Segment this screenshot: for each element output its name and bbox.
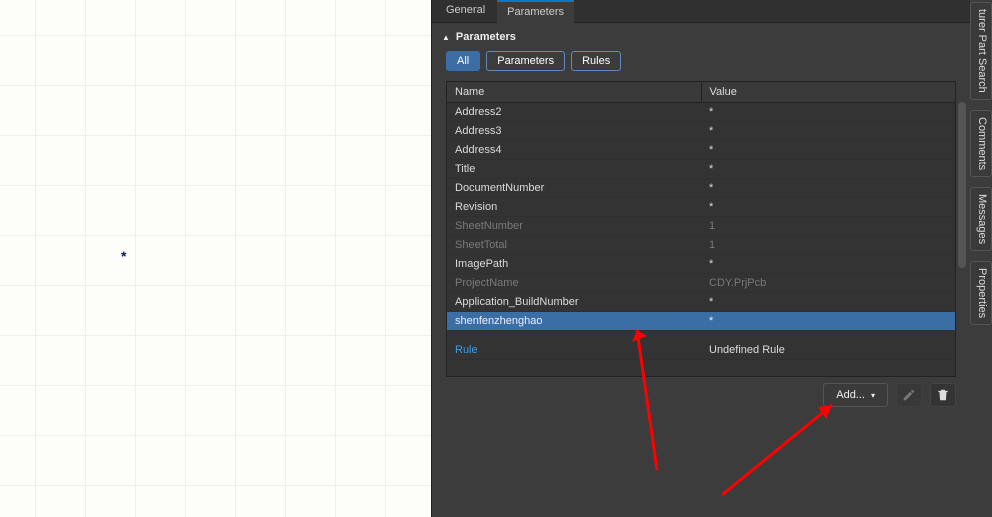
table-row[interactable]: Address3* <box>447 122 955 141</box>
cell-name[interactable]: SheetTotal <box>447 236 701 254</box>
side-tab-messages[interactable]: Messages <box>970 187 992 251</box>
cell-name[interactable]: Rule <box>447 341 701 359</box>
table-row[interactable]: Revision* <box>447 198 955 217</box>
trash-icon <box>936 388 950 402</box>
tab-general[interactable]: General <box>436 0 495 22</box>
schematic-canvas[interactable]: * <box>0 0 432 517</box>
table-row[interactable]: ImagePath* <box>447 255 955 274</box>
cell-name[interactable]: SheetNumber <box>447 217 701 235</box>
filter-rules[interactable]: Rules <box>571 51 621 71</box>
table-row[interactable]: SheetTotal1 <box>447 236 955 255</box>
filter-parameters[interactable]: Parameters <box>486 51 565 71</box>
delete-button[interactable] <box>930 383 956 407</box>
table-body[interactable]: Address2*Address3*Address4*Title*Documen… <box>447 103 955 376</box>
cell-value[interactable]: 1 <box>701 236 955 254</box>
pencil-icon <box>902 388 916 402</box>
cell-value[interactable]: * <box>701 179 955 197</box>
cell-value[interactable]: 1 <box>701 217 955 235</box>
cell-value[interactable]: * <box>701 255 955 273</box>
cell-name[interactable]: Address4 <box>447 141 701 159</box>
table-scrollbar[interactable] <box>958 100 966 376</box>
cell-name[interactable]: Address2 <box>447 103 701 121</box>
table-row[interactable]: ProjectNameCDY.PrjPcb <box>447 274 955 293</box>
rule-row[interactable]: RuleUndefined Rule <box>447 341 955 360</box>
tab-parameters[interactable]: Parameters <box>497 0 574 23</box>
cell-name[interactable]: Revision <box>447 198 701 216</box>
table-row[interactable]: shenfenzhenghao* <box>447 312 955 331</box>
cell-name[interactable]: shenfenzhenghao <box>447 312 701 330</box>
annotation-arrow-2 <box>722 395 982 515</box>
filter-buttons: All Parameters Rules <box>432 51 970 81</box>
table-row[interactable]: SheetNumber1 <box>447 217 955 236</box>
cell-value[interactable]: * <box>701 312 955 330</box>
origin-marker: * <box>121 248 126 264</box>
add-button-label: Add... <box>836 389 865 401</box>
collapse-icon: ▲ <box>442 33 450 42</box>
side-tabs: turer Part Search Comments Messages Prop… <box>970 0 992 517</box>
edit-button[interactable] <box>896 383 922 407</box>
table-row[interactable]: Application_BuildNumber* <box>447 293 955 312</box>
filter-all[interactable]: All <box>446 51 480 71</box>
col-name[interactable]: Name <box>447 82 702 102</box>
parameters-table: Name Value Address2*Address3*Address4*Ti… <box>446 81 956 377</box>
cell-value[interactable]: Undefined Rule <box>701 341 955 359</box>
side-tab-part-search[interactable]: turer Part Search <box>970 2 992 100</box>
table-row[interactable]: Address4* <box>447 141 955 160</box>
cell-name[interactable]: ProjectName <box>447 274 701 292</box>
table-row[interactable]: DocumentNumber* <box>447 179 955 198</box>
cell-name[interactable]: ImagePath <box>447 255 701 273</box>
cell-name[interactable]: DocumentNumber <box>447 179 701 197</box>
side-tab-comments[interactable]: Comments <box>970 110 992 177</box>
section-title: Parameters <box>456 31 516 43</box>
cell-value[interactable]: * <box>701 103 955 121</box>
action-bar: Add... ▾ <box>432 377 970 407</box>
cell-value[interactable]: * <box>701 141 955 159</box>
cell-value[interactable]: * <box>701 198 955 216</box>
scrollbar-thumb[interactable] <box>958 102 966 268</box>
col-value[interactable]: Value <box>702 82 956 102</box>
cell-value[interactable]: * <box>701 122 955 140</box>
cell-name[interactable]: Title <box>447 160 701 178</box>
properties-panel: General Parameters ▲ Parameters All Para… <box>432 0 970 517</box>
cell-value[interactable]: CDY.PrjPcb <box>701 274 955 292</box>
cell-name[interactable]: Application_BuildNumber <box>447 293 701 311</box>
panel-tabs: General Parameters <box>432 0 970 23</box>
table-row[interactable]: Title* <box>447 160 955 179</box>
section-header-parameters[interactable]: ▲ Parameters <box>432 23 970 51</box>
table-header: Name Value <box>447 82 955 103</box>
cell-value[interactable]: * <box>701 160 955 178</box>
side-tab-properties[interactable]: Properties <box>970 261 992 325</box>
dropdown-icon: ▾ <box>871 391 875 400</box>
cell-name[interactable]: Address3 <box>447 122 701 140</box>
cell-value[interactable]: * <box>701 293 955 311</box>
table-row[interactable]: Address2* <box>447 103 955 122</box>
add-button[interactable]: Add... ▾ <box>823 383 888 407</box>
